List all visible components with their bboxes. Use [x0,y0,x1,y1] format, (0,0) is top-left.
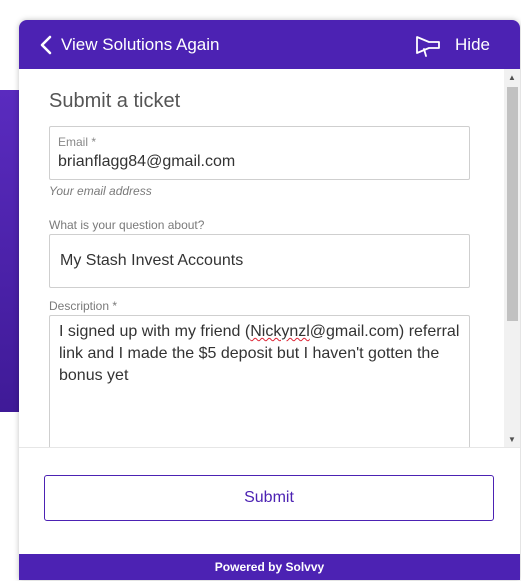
vertical-scrollbar[interactable]: ▲ ▼ [504,69,520,447]
question-topic-select[interactable]: My Stash Invest Accounts [49,234,470,288]
view-solutions-again-label: View Solutions Again [61,35,220,54]
question-topic-label: What is your question about? [49,218,205,232]
misspelled-word: Nickynzl [250,323,310,340]
question-topic-value: My Stash Invest Accounts [60,252,244,269]
scrollbar-thumb[interactable] [507,87,518,321]
description-label: Description * [49,299,118,313]
submit-button[interactable]: Submit [44,475,494,521]
email-helper-text: Your email address [49,184,152,198]
description-text: I signed up with my friend (Nickynzl@gma… [59,321,461,387]
description-text-start: I signed up with my friend ( [59,323,251,340]
arrow-up-icon[interactable]: ▲ [504,69,520,85]
ticket-form: Submit a ticket Email * brianflagg84@gma… [19,69,504,447]
email-field-label: Email * [58,135,97,149]
powered-by-footer: Powered by Solvvy [19,554,520,580]
background-accent-band [0,90,20,412]
hide-button[interactable]: Hide [415,32,490,58]
chevron-left-icon [40,35,52,55]
widget-header: View Solutions Again Hide [19,20,520,69]
email-field[interactable]: Email * brianflagg84@gmail.com [49,126,470,180]
email-field-value: brianflagg84@gmail.com [58,153,236,170]
form-footer: Submit [19,447,520,555]
arrow-down-icon[interactable]: ▼ [504,431,520,447]
view-solutions-again-button[interactable]: View Solutions Again [39,32,219,58]
form-title: Submit a ticket [49,90,181,112]
support-widget: View Solutions Again Hide Submit a ticke… [19,20,520,580]
hide-label: Hide [455,35,490,54]
description-textarea[interactable]: I signed up with my friend (Nickynzl@gma… [49,315,470,447]
megaphone-icon [416,36,440,57]
